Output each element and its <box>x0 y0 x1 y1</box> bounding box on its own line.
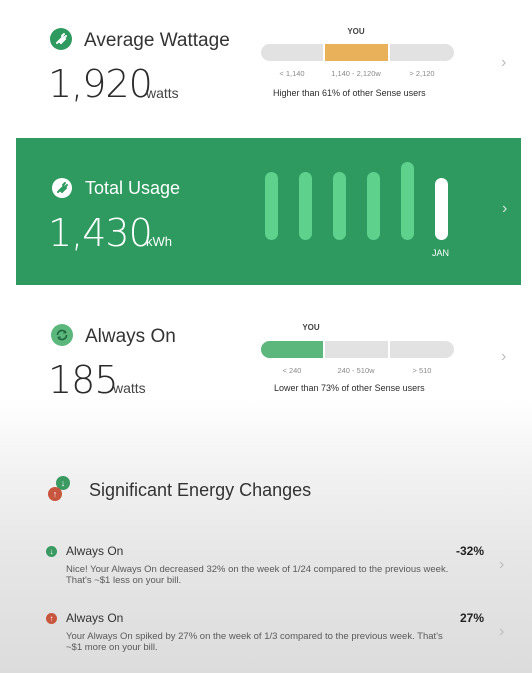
wattage-segment-label: > 2,120 <box>409 69 435 78</box>
always-on-comparison-bar <box>261 341 454 358</box>
total-usage-card[interactable]: Total Usage 1,430 kWh JAN › <box>16 138 521 285</box>
you-marker: YOU <box>302 323 320 332</box>
usage-bar <box>333 172 346 240</box>
usage-bar <box>265 172 278 240</box>
change-item-title: Always On <box>66 611 124 625</box>
usage-bar <box>299 172 312 240</box>
chevron-right-icon[interactable]: › <box>502 200 507 218</box>
energy-changes-icon: ↓ ↑ <box>46 476 74 504</box>
always-on-segment-mid <box>325 341 388 358</box>
always-on-segment-label: < 240 <box>282 366 302 375</box>
usage-bar <box>367 172 380 240</box>
average-wattage-title: Average Wattage <box>84 30 230 51</box>
wattage-comparison-text: Higher than 61% of other Sense users <box>273 88 426 98</box>
wattage-segment-mid <box>325 44 388 61</box>
always-on-value: 185 <box>48 358 119 402</box>
change-item-percent: -32% <box>456 544 485 558</box>
wattage-segment-low <box>261 44 323 61</box>
change-item-title: Always On <box>66 544 124 558</box>
arrow-up-badge-icon: ↑ <box>48 487 62 501</box>
energy-changes-title: Significant Energy Changes <box>89 480 312 500</box>
plug-icon <box>50 28 72 50</box>
usage-bar <box>401 162 414 240</box>
energy-changes-section: ↓ ↑ Significant Energy Changes ↓ Always … <box>0 470 532 673</box>
you-marker: YOU <box>347 27 365 36</box>
total-usage-title: Total Usage <box>85 178 181 198</box>
change-item-description: Nice! Your Always On decreased 32% on th… <box>66 564 449 586</box>
usage-bar-current <box>435 178 448 240</box>
change-item-description: Your Always On spiked by 27% on the week… <box>66 631 443 653</box>
wattage-comparison-bar <box>261 44 454 61</box>
total-usage-unit: kWh <box>146 234 172 249</box>
always-on-title: Always On <box>85 326 176 347</box>
always-on-card[interactable]: Always On 185 watts YOU < 240 240 - 510w… <box>0 300 532 410</box>
wattage-segment-label: < 1,140 <box>279 69 305 78</box>
always-on-comparison-text: Lower than 73% of other Sense users <box>274 383 425 393</box>
average-wattage-card[interactable]: Average Wattage 1,920 watts YOU < 1,140 … <box>0 0 532 130</box>
always-on-unit: watts <box>113 380 146 396</box>
average-wattage-unit: watts <box>146 85 179 101</box>
current-month-label: JAN <box>432 248 450 258</box>
change-item-percent: 27% <box>460 611 485 625</box>
chevron-right-icon[interactable]: › <box>499 623 504 641</box>
average-wattage-value: 1,920 <box>48 62 153 106</box>
chevron-right-icon[interactable]: › <box>501 348 506 366</box>
always-on-segment-low <box>261 341 323 358</box>
always-on-segment-label: > 510 <box>412 366 432 375</box>
total-usage-value: 1,430 <box>48 211 153 255</box>
plug-icon <box>52 178 72 198</box>
always-on-segment-label: 240 - 510w <box>337 366 375 375</box>
refresh-icon <box>51 324 73 346</box>
wattage-segment-label: 1,140 - 2,120w <box>331 69 381 78</box>
energy-change-item[interactable]: ↑ Always On 27% Your Always On spiked by… <box>0 611 532 661</box>
chevron-right-icon[interactable]: › <box>501 54 506 72</box>
arrow-up-icon: ↑ <box>46 613 57 624</box>
energy-change-item[interactable]: ↓ Always On -32% Nice! Your Always On de… <box>0 544 532 594</box>
chevron-right-icon[interactable]: › <box>499 556 504 574</box>
arrow-down-icon: ↓ <box>46 546 57 557</box>
wattage-segment-high <box>390 44 454 61</box>
always-on-segment-high <box>390 341 454 358</box>
